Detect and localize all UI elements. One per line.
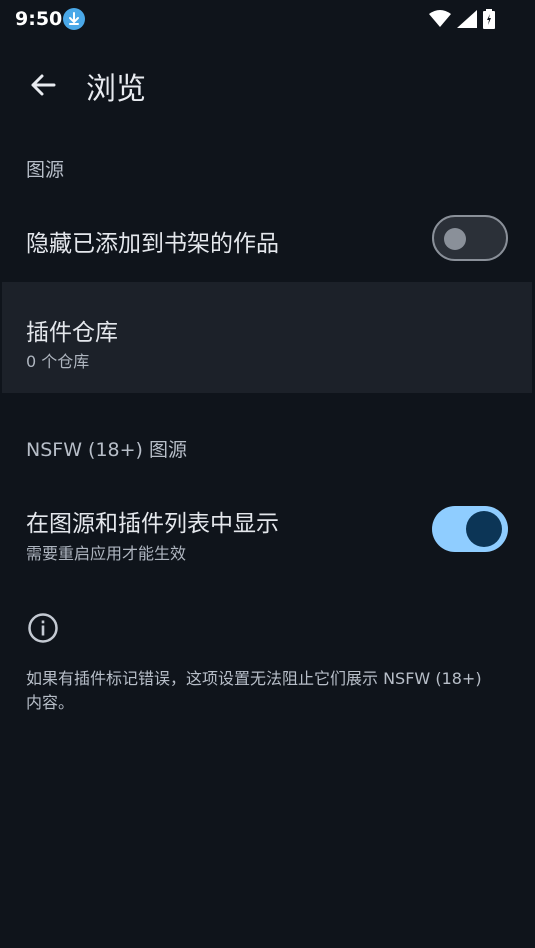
info-icon: [26, 611, 60, 645]
extension-repos-title: 插件仓库: [26, 320, 118, 346]
download-icon: [63, 8, 85, 30]
wifi-icon: [429, 10, 451, 32]
show-nsfw-label: 在图源和插件列表中显示: [26, 511, 279, 537]
app-bar: 浏览: [0, 50, 535, 116]
nsfw-info-note: 如果有插件标记错误，这项设置无法阻止它们展示 NSFW (18+) 内容。: [26, 669, 482, 712]
toggle-knob: [444, 228, 466, 250]
status-bar: 9:50: [0, 0, 535, 40]
section-label-nsfw: NSFW (18+) 图源: [26, 439, 187, 461]
signal-icon: [457, 10, 477, 32]
hide-in-library-label: 隐藏已添加到书架的作品: [26, 231, 279, 257]
toggle-knob: [466, 511, 502, 547]
hide-in-library-toggle[interactable]: [432, 215, 508, 261]
status-time: 9:50: [15, 8, 63, 30]
status-icons: [429, 9, 495, 33]
show-nsfw-subtitle: 需要重启应用才能生效: [26, 544, 187, 563]
section-label-sources: 图源: [26, 159, 65, 181]
show-nsfw-toggle[interactable]: [432, 506, 508, 552]
extension-repos-count: 0 个仓库: [26, 352, 90, 371]
battery-icon: [483, 9, 495, 33]
page-title: 浏览: [86, 72, 146, 107]
back-arrow-icon[interactable]: [26, 68, 60, 102]
